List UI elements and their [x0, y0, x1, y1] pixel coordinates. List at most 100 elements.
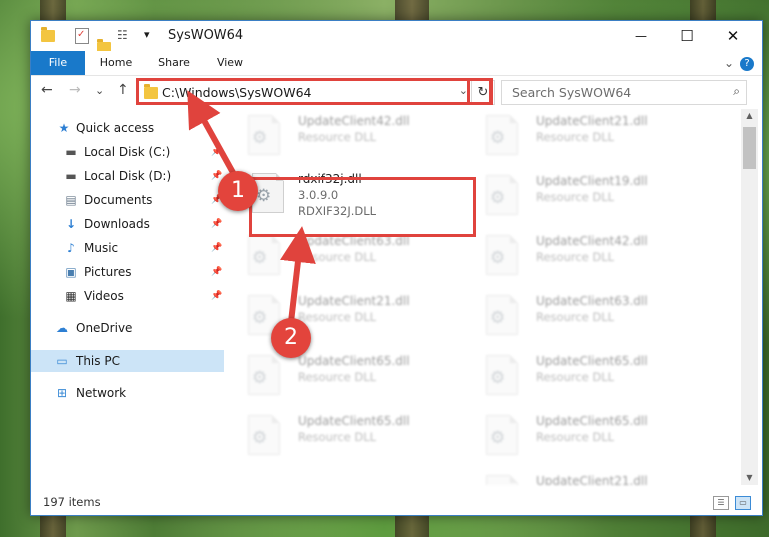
file-type: Resource DLL	[298, 130, 377, 144]
tab-share[interactable]: Share	[149, 51, 199, 75]
file-name: UpdateClient42.dll	[536, 234, 648, 248]
dll-file-icon: ⚙	[248, 115, 280, 155]
videos-icon: ▦	[65, 289, 77, 303]
dll-file-icon: ⚙	[248, 235, 280, 275]
pictures-icon: ▣	[65, 265, 77, 279]
sidebar-item-label: Network	[76, 386, 127, 400]
tab-home[interactable]: Home	[91, 51, 141, 75]
sidebar-item-quick-access[interactable]: ★ Quick access	[31, 117, 224, 139]
sidebar-item-label: This PC	[76, 354, 120, 368]
sidebar-item-documents[interactable]: ▤ Documents 📌	[31, 189, 224, 211]
forward-icon[interactable]: →	[69, 82, 81, 98]
minimize-button[interactable]: —	[618, 21, 664, 51]
star-icon: ★	[58, 121, 70, 135]
search-box[interactable]: ⌕	[501, 80, 747, 105]
file-type: Resource DLL	[298, 370, 377, 384]
scroll-down-icon[interactable]: ▼	[741, 471, 758, 485]
quick-access-dropdown[interactable]: ▾	[144, 28, 150, 41]
gear-icon: ⚙	[252, 428, 268, 448]
file-item[interactable]: ⚙ UpdateClient65.dll Resource DLL	[462, 349, 682, 399]
vertical-scrollbar[interactable]: ▲ ▼	[741, 109, 758, 485]
gear-icon: ⚙	[490, 308, 506, 328]
sidebar-item-this-pc[interactable]: ▭ This PC	[31, 350, 224, 372]
file-item[interactable]: ⚙ UpdateClient65.dll Resource DLL	[224, 349, 444, 399]
file-item[interactable]: ⚙ UpdateClient42.dll Resource DLL	[462, 229, 682, 279]
sidebar-item-onedrive[interactable]: ☁ OneDrive	[31, 317, 224, 339]
sidebar-item-label: Downloads	[84, 217, 150, 231]
maximize-button[interactable]: ☐	[664, 21, 710, 51]
downloads-icon: ↓	[65, 217, 77, 231]
tab-file[interactable]: File	[31, 51, 85, 75]
gear-icon: ⚙	[252, 128, 268, 148]
recent-locations-icon[interactable]: ⌄	[95, 84, 104, 97]
file-name: UpdateClient21.dll	[536, 114, 648, 128]
sidebar-item-downloads[interactable]: ↓ Downloads 📌	[31, 213, 224, 235]
scroll-thumb[interactable]	[743, 127, 756, 169]
tab-view[interactable]: View	[205, 51, 255, 75]
address-highlight-box	[136, 78, 492, 105]
music-icon: ♪	[67, 241, 75, 255]
sidebar-item-pictures[interactable]: ▣ Pictures 📌	[31, 261, 224, 283]
file-item[interactable]: ⚙ UpdateClient21.dll Resource DLL	[462, 109, 682, 159]
file-type: Resource DLL	[536, 250, 615, 264]
sidebar-item-label: Music	[84, 241, 119, 255]
file-item[interactable]: ⚙ UpdateClient19.dll Resource DLL	[462, 169, 682, 219]
tiles-view-icon[interactable]: ▭	[735, 496, 751, 510]
file-item[interactable]: ⚙ UpdateClient21.dll Resource DLL	[462, 469, 682, 485]
file-type: Resource DLL	[536, 310, 615, 324]
file-name: UpdateClient42.dll	[298, 114, 410, 128]
file-item[interactable]: ⚙ UpdateClient42.dll Resource DLL	[224, 109, 444, 159]
file-list: ⚙ UpdateClient42.dll Resource DLL ⚙ rdxi…	[224, 109, 741, 485]
file-type: Resource DLL	[298, 250, 377, 264]
network-icon: ⊞	[56, 386, 68, 400]
file-item[interactable]: ⚙ UpdateClient63.dll Resource DLL	[462, 289, 682, 339]
item-count: 197 items	[43, 495, 101, 509]
search-icon[interactable]: ⌕	[733, 84, 740, 99]
dll-file-icon: ⚙	[248, 355, 280, 395]
search-input[interactable]	[510, 84, 714, 101]
properties-icon[interactable]: ✓	[75, 28, 89, 44]
file-type: Resource DLL	[536, 190, 615, 204]
file-name: UpdateClient65.dll	[536, 354, 648, 368]
sidebar-item-label: Local Disk (D:)	[84, 169, 172, 183]
sidebar-item-label: Pictures	[84, 265, 132, 279]
file-item[interactable]: ⚙ UpdateClient65.dll Resource DLL	[224, 409, 444, 459]
cloud-icon: ☁	[56, 321, 68, 335]
computer-icon: ▭	[56, 354, 68, 368]
pin-icon: 📌	[211, 267, 223, 277]
pin-icon: 📌	[211, 243, 223, 253]
pin-icon: 📌	[211, 291, 223, 301]
dll-file-icon: ⚙	[486, 115, 518, 155]
sidebar-item-music[interactable]: ♪ Music 📌	[31, 237, 224, 259]
file-item[interactable]: ⚙ UpdateClient65.dll Resource DLL	[462, 409, 682, 459]
file-item[interactable]: ⚙ UpdateClient21.dll Resource DLL	[224, 289, 444, 339]
back-icon[interactable]: ←	[41, 82, 53, 98]
file-highlight-box	[249, 177, 476, 237]
file-name: UpdateClient21.dll	[536, 474, 648, 485]
sidebar-item-local-disk-c[interactable]: ▬ Local Disk (C:) 📌	[31, 141, 224, 163]
title-bar: ✓ ☷ ▾ SysWOW64 — ☐ ✕	[31, 21, 762, 54]
gear-icon: ⚙	[490, 128, 506, 148]
folder-icon	[41, 27, 55, 42]
sidebar-item-local-disk-d[interactable]: ▬ Local Disk (D:) 📌	[31, 165, 224, 187]
gear-icon: ⚙	[490, 428, 506, 448]
refresh-highlight-box	[467, 78, 493, 105]
scroll-up-icon[interactable]: ▲	[741, 109, 758, 123]
details-view-icon[interactable]: ☰	[713, 496, 729, 510]
gear-icon: ⚙	[252, 248, 268, 268]
sidebar-item-videos[interactable]: ▦ Videos 📌	[31, 285, 224, 307]
status-bar: 197 items ☰ ▭	[31, 491, 762, 515]
help-icon[interactable]: ?	[739, 51, 755, 75]
file-name: UpdateClient19.dll	[536, 174, 648, 188]
file-name: UpdateClient65.dll	[298, 414, 410, 428]
ribbon-collapse-icon[interactable]: ⌄	[721, 51, 737, 75]
step-badge-1: 1	[218, 171, 258, 211]
file-name: UpdateClient21.dll	[298, 294, 410, 308]
ribbon-tabs: File Home Share View ⌄ ?	[31, 51, 762, 76]
navigation-pane: ★ Quick access ▬ Local Disk (C:) 📌 ▬ Loc…	[31, 117, 224, 477]
up-icon[interactable]: ↑	[117, 82, 129, 98]
sidebar-item-network[interactable]: ⊞ Network	[31, 382, 224, 404]
dll-file-icon: ⚙	[486, 175, 518, 215]
close-button[interactable]: ✕	[710, 21, 756, 51]
view-options-icon[interactable]: ☷	[117, 28, 128, 42]
